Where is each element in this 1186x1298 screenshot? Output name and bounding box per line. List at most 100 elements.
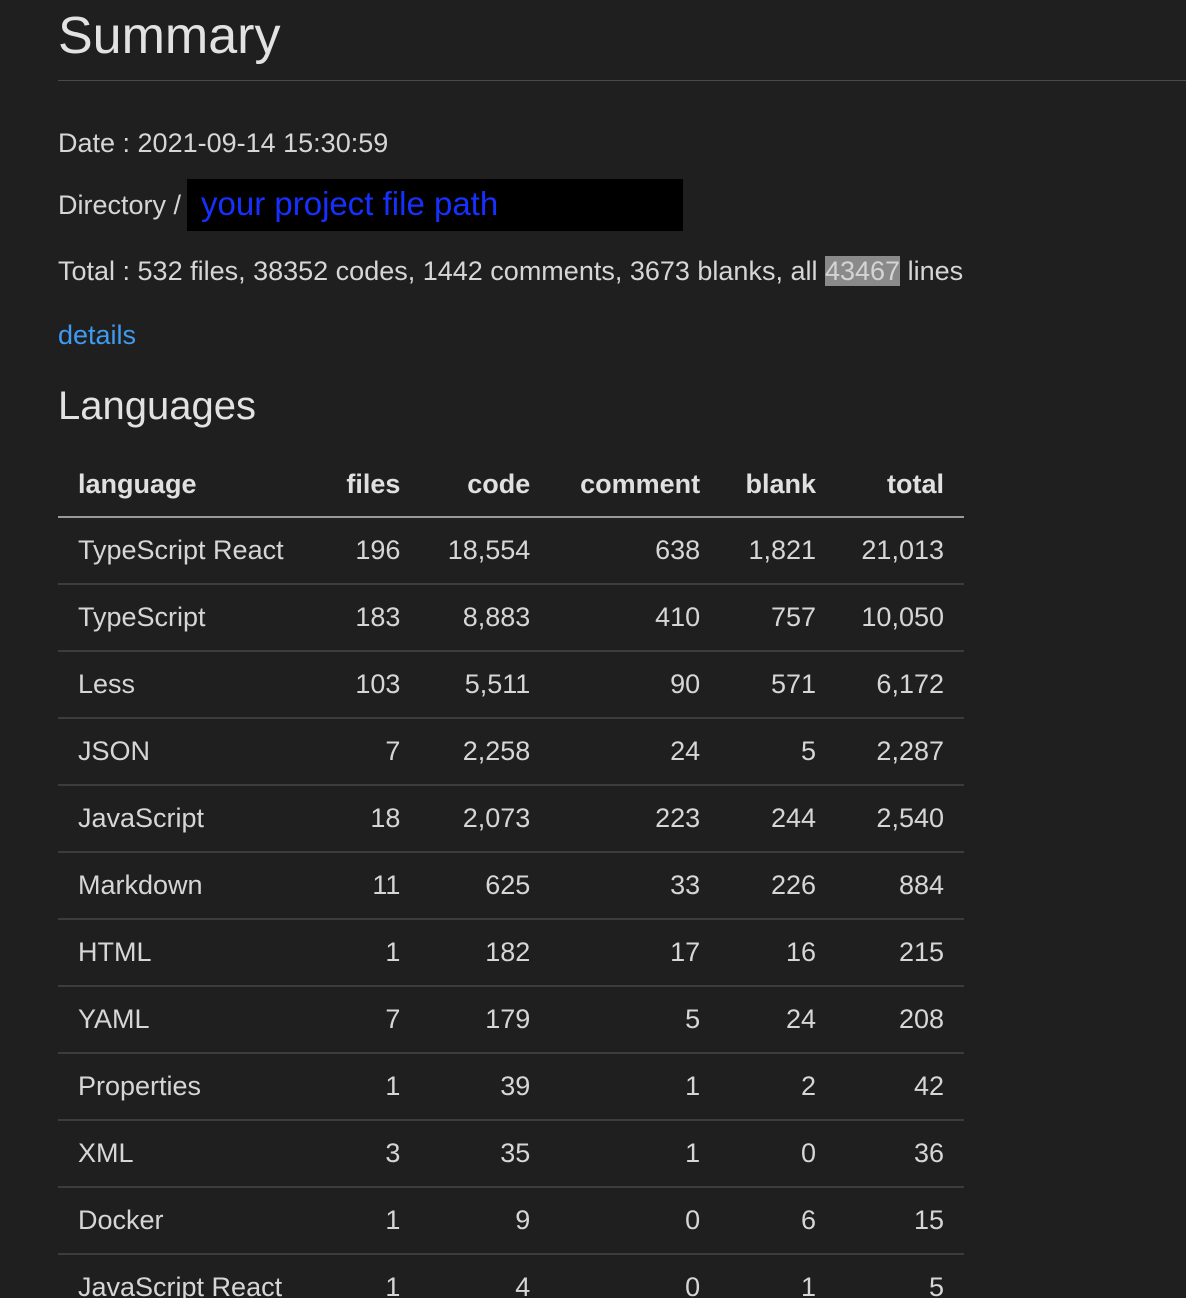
cell-blank: 226 <box>720 852 837 920</box>
cell-total: 208 <box>836 986 964 1054</box>
total-prefix: Total : 532 files, 38352 codes, 1442 com… <box>58 256 818 286</box>
table-row: HTML 1 182 17 16 215 <box>58 919 964 987</box>
cell-code: 9 <box>420 1187 551 1255</box>
table-row: JavaScript React 1 4 0 1 5 <box>58 1254 964 1298</box>
table-row: JSON 7 2,258 24 5 2,287 <box>58 718 964 786</box>
cell-total: 21,013 <box>836 517 964 585</box>
cell-language: Properties <box>58 1053 320 1121</box>
cell-total: 5 <box>836 1254 964 1298</box>
cell-language: JSON <box>58 718 320 786</box>
cell-total: 36 <box>836 1120 964 1188</box>
cell-code: 179 <box>420 986 551 1054</box>
cell-language: TypeScript React <box>58 517 320 585</box>
table-row: Less 103 5,511 90 571 6,172 <box>58 651 964 719</box>
cell-language: HTML <box>58 919 320 987</box>
cell-comment: 17 <box>550 919 721 987</box>
cell-files: 1 <box>319 1187 421 1255</box>
cell-comment: 410 <box>550 584 721 652</box>
header-comment: comment <box>550 452 721 518</box>
cell-total: 884 <box>836 852 964 920</box>
cell-total: 42 <box>836 1053 964 1121</box>
cell-blank: 1,821 <box>720 517 837 585</box>
header-language: language <box>58 452 320 518</box>
cell-comment: 1 <box>550 1053 721 1121</box>
cell-files: 103 <box>319 651 421 719</box>
cell-comment: 24 <box>550 718 721 786</box>
cell-files: 7 <box>319 718 421 786</box>
cell-total: 15 <box>836 1187 964 1255</box>
cell-comment: 638 <box>550 517 721 585</box>
cell-blank: 757 <box>720 584 837 652</box>
cell-code: 182 <box>420 919 551 987</box>
cell-blank: 6 <box>720 1187 837 1255</box>
table-row: JavaScript 18 2,073 223 244 2,540 <box>58 785 964 853</box>
cell-code: 35 <box>420 1120 551 1188</box>
cell-language: Docker <box>58 1187 320 1255</box>
cell-files: 196 <box>319 517 421 585</box>
directory-path-box: your project file path <box>187 179 684 231</box>
cell-files: 3 <box>319 1120 421 1188</box>
header-total: total <box>836 452 964 518</box>
cell-blank: 5 <box>720 718 837 786</box>
directory-label: Directory / <box>58 189 182 220</box>
table-body: TypeScript React 196 18,554 638 1,821 21,013 T… <box>58 517 964 1298</box>
cell-comment: 0 <box>550 1254 721 1298</box>
cell-files: 1 <box>319 1254 421 1298</box>
cell-total: 2,540 <box>836 785 964 853</box>
directory-path: your project file path <box>201 185 499 222</box>
header-files: files <box>319 452 421 518</box>
table-row: TypeScript React 196 18,554 638 1,821 21,013 <box>58 517 964 585</box>
cell-language: YAML <box>58 986 320 1054</box>
cell-blank: 244 <box>720 785 837 853</box>
cell-blank: 16 <box>720 919 837 987</box>
cell-code: 8,883 <box>420 584 551 652</box>
cell-language: Markdown <box>58 852 320 920</box>
cell-files: 18 <box>319 785 421 853</box>
languages-table: language files code comment blank total … <box>58 452 964 1298</box>
header-code: code <box>420 452 551 518</box>
total-line: Total : 532 files, 38352 codes, 1442 com… <box>58 256 963 287</box>
cell-code: 18,554 <box>420 517 551 585</box>
report-page: Summary Date : 2021-09-14 15:30:59 Direc… <box>58 0 1186 1298</box>
details-link[interactable]: details <box>58 320 136 351</box>
cell-comment: 0 <box>550 1187 721 1255</box>
cell-code: 39 <box>420 1053 551 1121</box>
directory-line: Directory / your project file path <box>58 179 684 231</box>
cell-blank: 2 <box>720 1053 837 1121</box>
cell-total: 2,287 <box>836 718 964 786</box>
cell-total: 10,050 <box>836 584 964 652</box>
date-line: Date : 2021-09-14 15:30:59 <box>58 128 389 158</box>
cell-total: 215 <box>836 919 964 987</box>
cell-code: 2,258 <box>420 718 551 786</box>
cell-blank: 571 <box>720 651 837 719</box>
cell-files: 1 <box>319 919 421 987</box>
cell-total: 6,172 <box>836 651 964 719</box>
table-header-row: language files code comment blank total <box>58 452 964 518</box>
cell-blank: 1 <box>720 1254 837 1298</box>
table-row: Docker 1 9 0 6 15 <box>58 1187 964 1255</box>
header-blank: blank <box>720 452 837 518</box>
cell-code: 4 <box>420 1254 551 1298</box>
table-row: YAML 7 179 5 24 208 <box>58 986 964 1054</box>
cell-files: 7 <box>319 986 421 1054</box>
cell-code: 625 <box>420 852 551 920</box>
cell-comment: 1 <box>550 1120 721 1188</box>
languages-heading: Languages <box>58 384 256 428</box>
table-row: Markdown 11 625 33 226 884 <box>58 852 964 920</box>
cell-language: TypeScript <box>58 584 320 652</box>
cell-blank: 24 <box>720 986 837 1054</box>
cell-files: 11 <box>319 852 421 920</box>
cell-code: 2,073 <box>420 785 551 853</box>
table-row: XML 3 35 1 0 36 <box>58 1120 964 1188</box>
table-row: TypeScript 183 8,883 410 757 10,050 <box>58 584 964 652</box>
cell-code: 5,511 <box>420 651 551 719</box>
total-lines-highlight[interactable]: 43467 <box>824 256 901 286</box>
table-row: Properties 1 39 1 2 42 <box>58 1053 964 1121</box>
cell-comment: 90 <box>550 651 721 719</box>
summary-heading: Summary <box>58 0 1186 81</box>
cell-language: JavaScript <box>58 785 320 853</box>
cell-language: JavaScript React <box>58 1254 320 1298</box>
cell-files: 1 <box>319 1053 421 1121</box>
cell-language: XML <box>58 1120 320 1188</box>
cell-comment: 5 <box>550 986 721 1054</box>
